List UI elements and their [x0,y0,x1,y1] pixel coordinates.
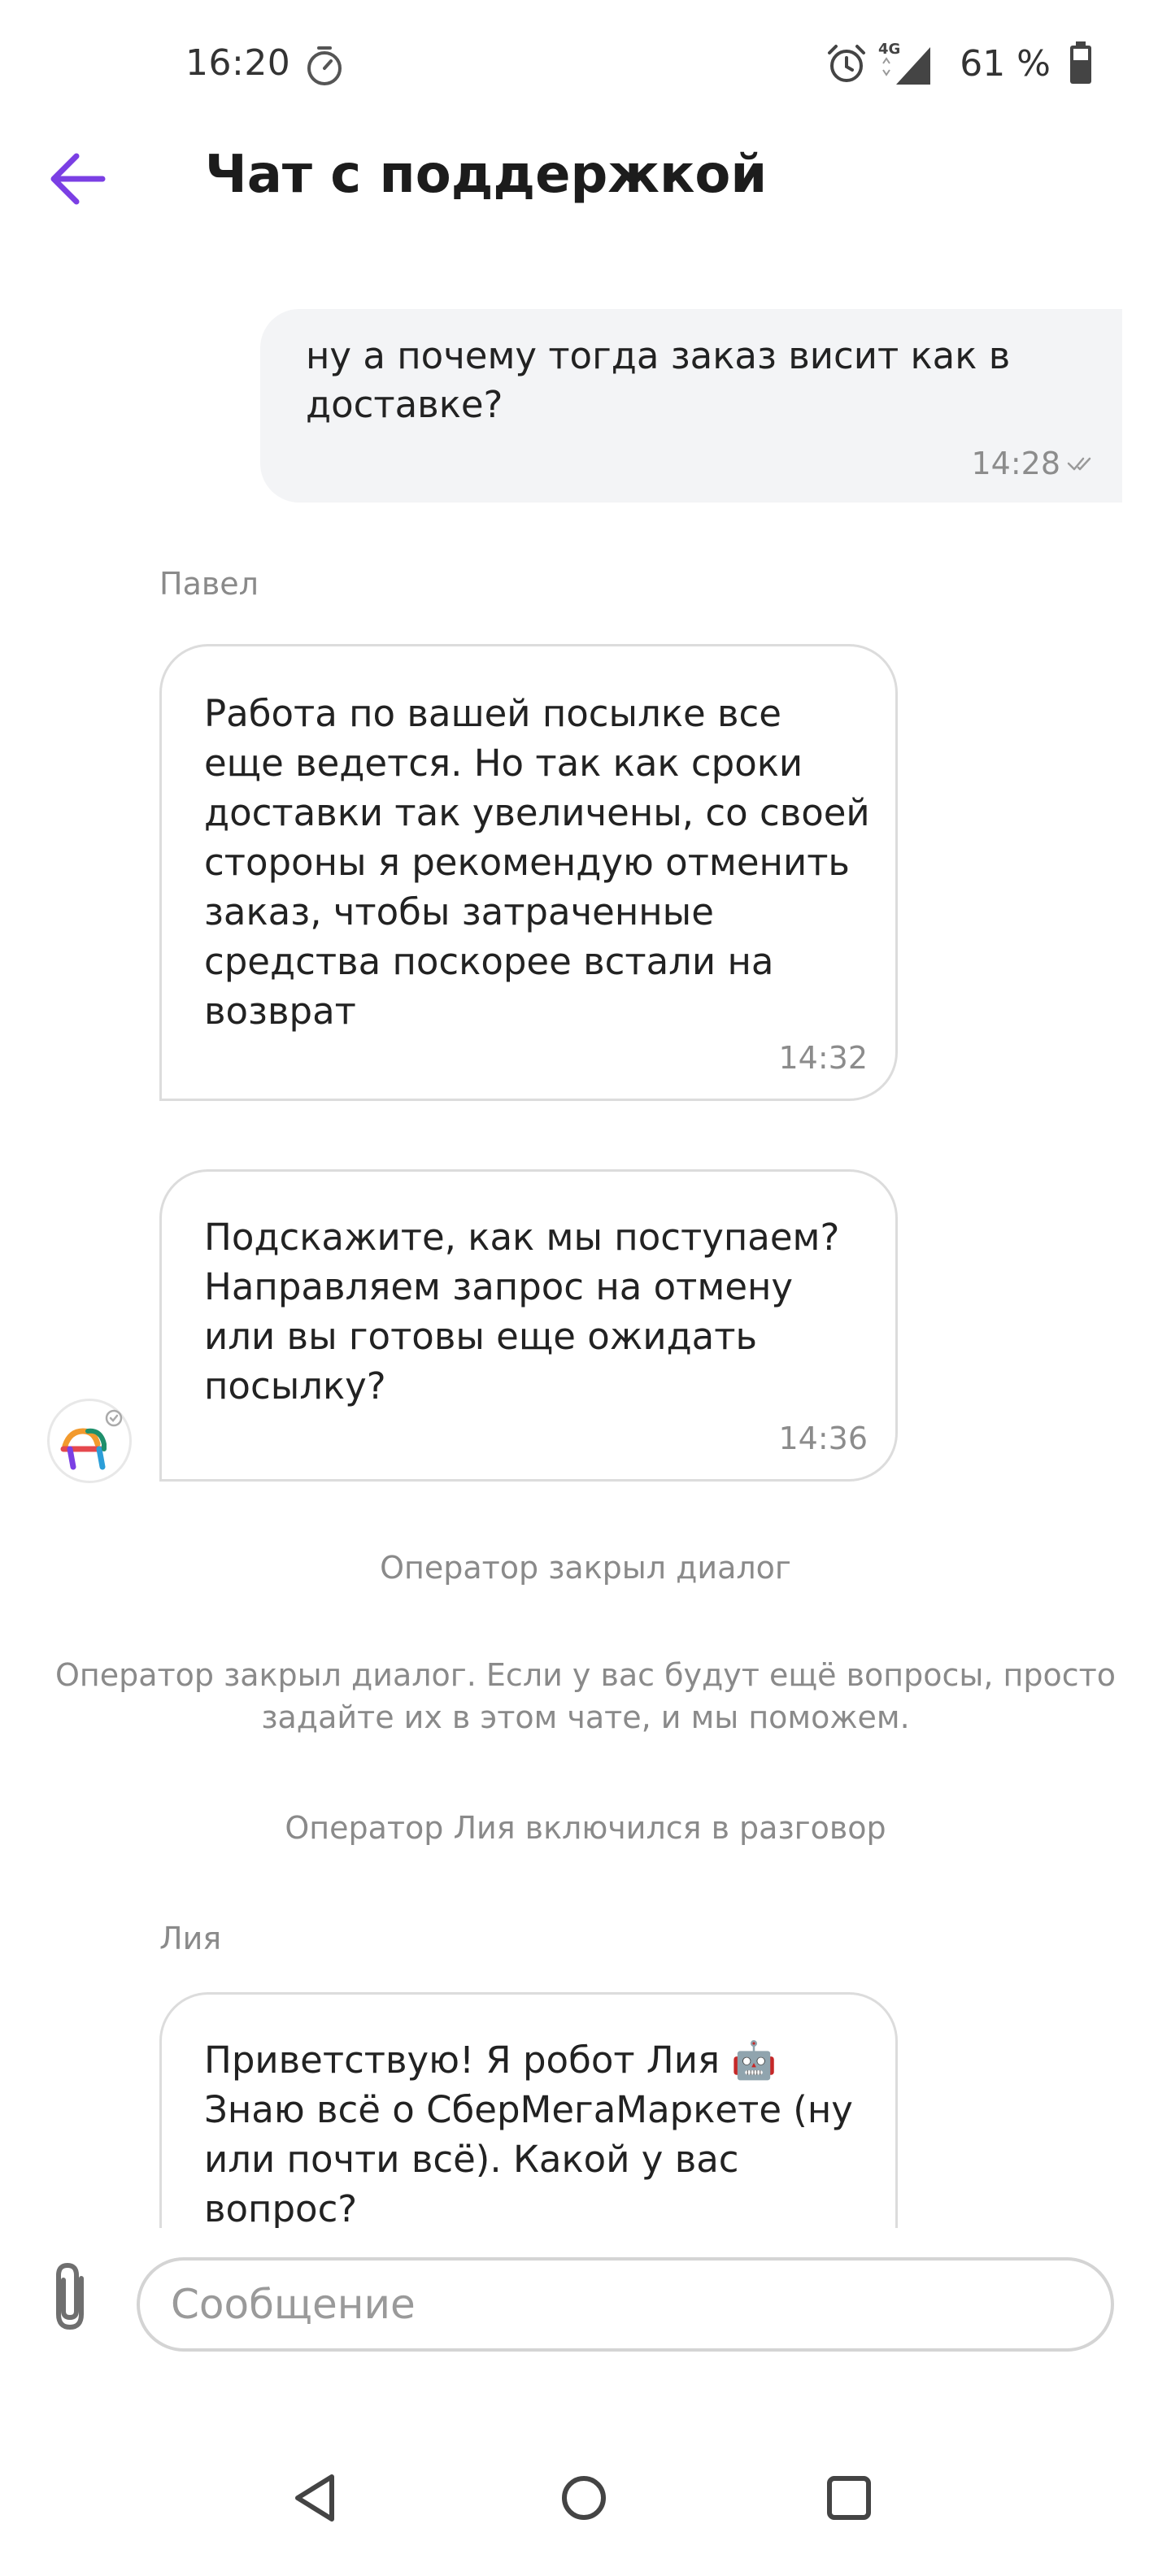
timer-icon [307,46,342,85]
incoming-message[interactable]: Подскажите, как мы поступаем? Направляем… [159,1169,898,1482]
app-header: Чат с поддержкой [0,130,1171,228]
message-time: 14:32 [778,1040,868,1076]
alarm-icon [828,45,866,82]
message-text: Работа по вашей посылке все еще ведется.… [204,692,870,1033]
page-title: Чат с поддержкой [205,145,768,205]
paperclip-icon[interactable] [46,2257,94,2335]
message-composer [0,2228,1171,2391]
message-text: Подскажите, как мы поступаем? Направляем… [204,1216,840,1408]
system-note: Оператор закрыл диалог. Если у вас будут… [54,1657,1117,1735]
outgoing-message[interactable]: ну а почему тогда заказ висит как в дост… [260,309,1122,503]
operator-avatar[interactable] [47,1399,132,1483]
system-nav-bar [0,2431,1171,2576]
message-text: ну а почему тогда заказ висит как в дост… [306,334,1011,426]
incoming-message[interactable]: Работа по вашей посылке все еще ведется.… [159,644,898,1101]
system-note: Оператор закрыл диалог [380,1550,791,1586]
megamarket-logo-icon [60,1409,123,1470]
message-time: 14:28 [971,446,1060,481]
status-time: 16:20 [185,42,291,84]
arrow-left-icon[interactable] [46,146,119,211]
nav-recents-icon[interactable] [816,2465,882,2530]
incoming-message[interactable]: Приветствую! Я робот Лия 🤖 Знаю всё о Сб… [159,1992,898,2236]
status-icons: 4G 61 % [825,39,1093,88]
status-bar: 16:20 4G 61 % [0,0,1171,130]
battery-percent: 61 % [960,42,1051,85]
sender-name: Павел [159,566,259,602]
message-meta: 14:28 [971,446,1095,481]
system-note: Оператор Лия включился в разговор [285,1810,886,1846]
nav-back-icon[interactable] [283,2465,348,2530]
nav-home-icon[interactable] [551,2465,616,2530]
double-check-icon [1067,457,1091,471]
signal-icon: 4G [878,41,931,85]
chat-messages[interactable]: ну а почему тогда заказ висит как в дост… [0,268,1171,2236]
message-time: 14:36 [778,1421,868,1456]
message-input[interactable] [137,2257,1114,2352]
message-text: Приветствую! Я робот Лия 🤖 Знаю всё о Сб… [204,2039,853,2230]
network-type-label: 4G [878,41,900,58]
sender-name: Лия [159,1921,222,1956]
battery-icon [1070,41,1091,84]
